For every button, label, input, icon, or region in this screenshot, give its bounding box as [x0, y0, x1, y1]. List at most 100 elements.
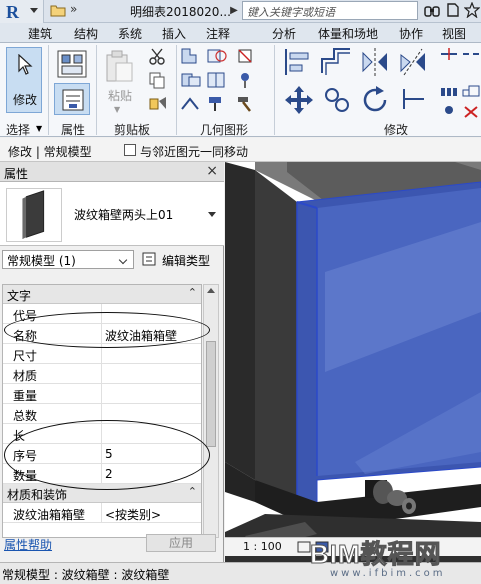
- transformer-tank-model[interactable]: [225, 162, 481, 562]
- window-title: 明细表2018020...: [130, 5, 231, 19]
- split-element-icon[interactable]: [440, 47, 458, 61]
- tab-view[interactable]: 视图: [442, 25, 466, 42]
- paint-icon[interactable]: [206, 95, 228, 113]
- properties-help-link[interactable]: 属性帮助: [4, 536, 52, 553]
- title-scroll-icon[interactable]: ▶: [228, 3, 240, 19]
- chevron-down-icon: [30, 8, 38, 13]
- match-properties-icon[interactable]: [148, 95, 168, 113]
- group-title: 文字: [7, 289, 32, 303]
- watermark-title: BIM教程网: [310, 539, 442, 570]
- tab-analyze[interactable]: 分析: [272, 25, 296, 42]
- tab-structure[interactable]: 结构: [74, 25, 98, 42]
- modify-label: 修改: [13, 93, 38, 107]
- title-bar: R » 明细表2018020... ▶ 键入关键字或短语: [0, 0, 481, 23]
- binoculars-icon[interactable]: [424, 2, 440, 18]
- watermark-url: www.ifbim.com: [330, 568, 446, 579]
- cope-icon[interactable]: [180, 47, 202, 65]
- tab-systems[interactable]: 系统: [118, 25, 142, 42]
- scroll-up-icon[interactable]: [207, 288, 215, 293]
- detail-level-icon[interactable]: [297, 541, 311, 553]
- panel-label-modify: 修改: [384, 123, 409, 137]
- filter-row: 常规模型 (1) 编辑类型: [0, 248, 224, 272]
- view-scale[interactable]: 1 : 100: [243, 540, 282, 553]
- join-geometry-icon[interactable]: [180, 71, 202, 89]
- move-icon[interactable]: [284, 85, 314, 115]
- cut-geometry-icon[interactable]: [206, 47, 228, 65]
- open-folder-icon[interactable]: [50, 3, 66, 17]
- rotate-icon[interactable]: [360, 85, 390, 115]
- quick-access-more-icon[interactable]: »: [70, 2, 77, 16]
- type-selector[interactable]: 波纹箱壁两头上01: [0, 182, 224, 246]
- modify-button[interactable]: 修改: [6, 47, 42, 113]
- search-input[interactable]: 键入关键字或短语: [242, 1, 418, 20]
- pin-element-icon[interactable]: [440, 105, 458, 119]
- property-row[interactable]: 波纹油箱箱壁 <按类别>: [3, 503, 201, 523]
- demolish-icon[interactable]: [236, 47, 254, 65]
- group-header[interactable]: 文字 ⌃: [3, 285, 201, 304]
- panel-label-clipboard: 剪贴板: [114, 123, 151, 137]
- panel-label-geometry: 几何图形: [200, 123, 249, 137]
- move-with-nearby-checkbox[interactable]: [124, 144, 136, 156]
- hammer-icon[interactable]: [236, 95, 254, 113]
- trim-extend-icon[interactable]: [400, 85, 428, 113]
- panel-label-select[interactable]: 选择: [6, 121, 30, 138]
- pin-icon[interactable]: [236, 71, 254, 89]
- array-icon[interactable]: [440, 85, 458, 99]
- edit-type-button[interactable]: 编辑类型: [162, 252, 210, 269]
- property-key: 尺寸: [13, 349, 38, 363]
- mirror-draw-axis-icon[interactable]: [398, 47, 428, 77]
- paste-icon[interactable]: [104, 49, 134, 83]
- offset-icon[interactable]: [320, 47, 352, 77]
- panel-separator: [274, 45, 275, 135]
- tab-architecture[interactable]: 建筑: [28, 25, 52, 42]
- properties-scrollbar[interactable]: [203, 284, 219, 538]
- apply-button[interactable]: 应用: [146, 534, 216, 552]
- type-name: 波纹箱壁两头上01: [74, 208, 174, 222]
- copy-icon[interactable]: [148, 71, 166, 89]
- split-face-icon[interactable]: [206, 71, 228, 89]
- chevron-down-icon[interactable]: ▼: [36, 124, 42, 133]
- application-menu-button[interactable]: R: [0, 0, 44, 23]
- split-with-gap-icon[interactable]: [462, 47, 480, 61]
- wall-joins-icon[interactable]: [180, 95, 202, 113]
- type-properties-button[interactable]: [54, 83, 90, 115]
- move-with-nearby-label[interactable]: 与邻近图元一同移动: [140, 143, 248, 160]
- star-icon[interactable]: [464, 2, 480, 18]
- property-key: 重量: [13, 389, 38, 403]
- element-filter-dropdown[interactable]: 常规模型 (1): [2, 250, 134, 269]
- align-icon[interactable]: [282, 47, 312, 77]
- tab-massing-site[interactable]: 体量和场地: [318, 25, 378, 42]
- chevron-down-icon: ▼: [114, 105, 121, 114]
- tab-annotate[interactable]: 注释: [206, 25, 230, 42]
- tab-insert[interactable]: 插入: [162, 25, 186, 42]
- collapse-icon[interactable]: ⌃: [188, 485, 197, 498]
- panel-separator: [48, 45, 49, 135]
- collapse-icon[interactable]: ⌃: [188, 286, 197, 299]
- property-key: 波纹油箱箱壁: [13, 508, 86, 522]
- panel-label-properties: 属性: [61, 123, 86, 137]
- properties-title: 属性: [4, 167, 29, 181]
- property-row[interactable]: 重量: [3, 384, 201, 404]
- group-title: 材质和装饰: [7, 488, 68, 502]
- chevron-down-icon[interactable]: [208, 212, 216, 217]
- scale-icon[interactable]: [462, 85, 480, 99]
- property-row[interactable]: 材质: [3, 364, 201, 384]
- subscription-icon[interactable]: [445, 2, 461, 18]
- close-icon[interactable]: ×: [206, 163, 218, 179]
- properties-icon[interactable]: [54, 49, 90, 79]
- cursor-arrow-icon: [18, 54, 33, 75]
- panel-separator: [96, 45, 97, 135]
- mirror-pick-axis-icon[interactable]: [360, 47, 390, 77]
- cut-icon[interactable]: [148, 47, 166, 65]
- site-watermark: BIM教程网 www.ifbim.com: [310, 534, 481, 582]
- tab-collaborate[interactable]: 协作: [399, 25, 423, 42]
- property-value[interactable]: <按类别>: [105, 506, 161, 523]
- 3d-view-canvas[interactable]: [225, 162, 481, 562]
- delete-icon[interactable]: [462, 105, 480, 119]
- annotation-ellipse: [4, 312, 210, 348]
- scrollbar-thumb[interactable]: [206, 341, 216, 447]
- copy-element-icon[interactable]: [322, 85, 352, 115]
- ribbon-tab-bar: 建筑 结构 系统 插入 注释 分析 体量和场地 协作 视图: [0, 23, 481, 43]
- edit-type-icon[interactable]: [142, 252, 156, 266]
- property-key: 材质: [13, 369, 38, 383]
